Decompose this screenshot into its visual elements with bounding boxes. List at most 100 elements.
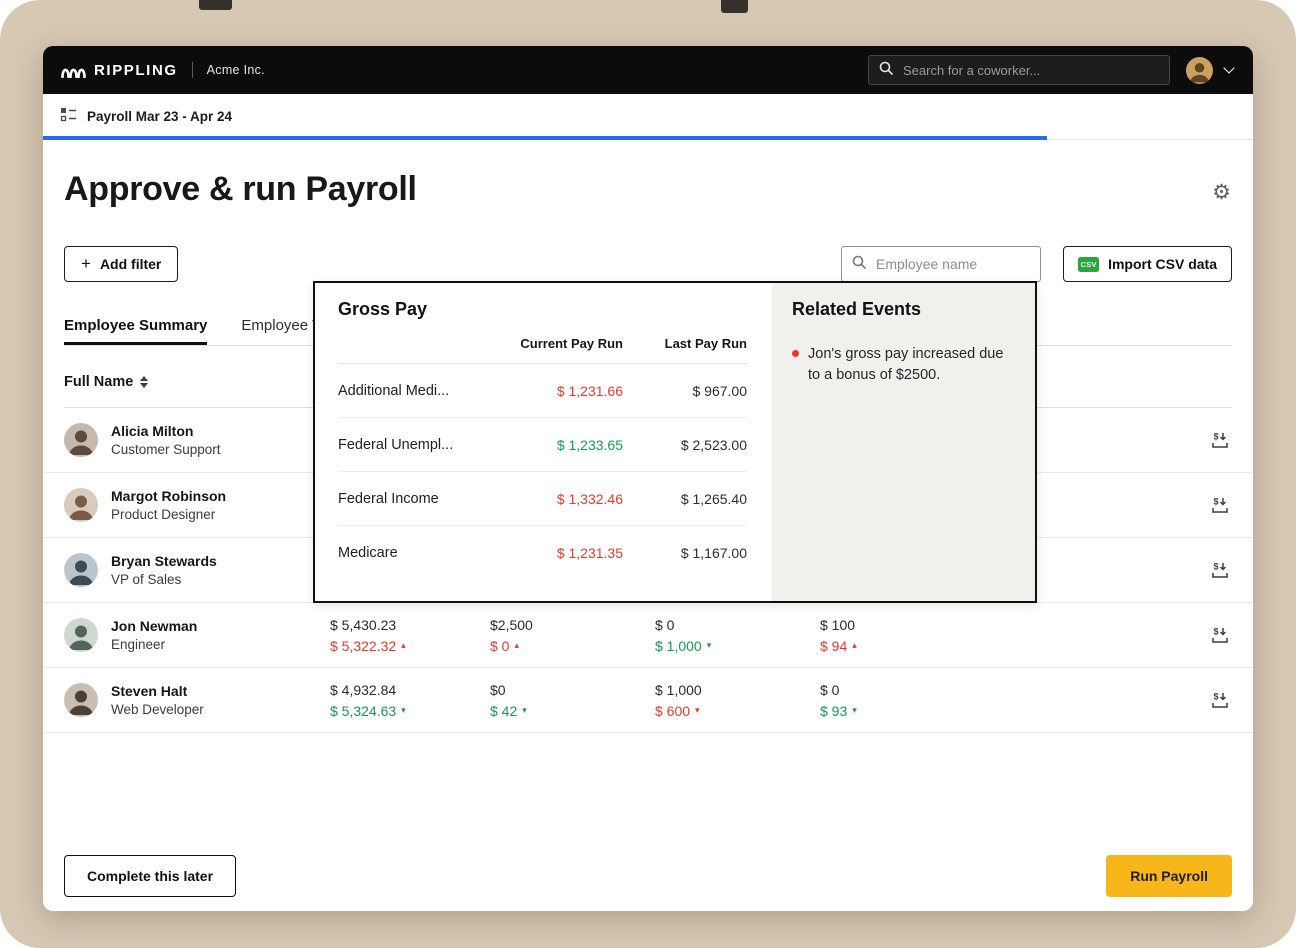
download-paystub-icon[interactable]: $ <box>1210 625 1230 645</box>
gross-pay-title: Gross Pay <box>338 299 428 319</box>
employee-cell: Bryan Stewards VP of Sales <box>64 553 330 587</box>
svg-text:$: $ <box>1214 562 1219 572</box>
gross-pay-panel: Gross Pay Current Pay Run Last Pay Run A… <box>315 283 772 601</box>
pay-cell: $ 0 $ 93 ▾ <box>820 681 857 719</box>
employee-search[interactable] <box>841 246 1041 282</box>
trend-arrow-icon: ▴ <box>401 640 406 650</box>
employee-role: Customer Support <box>111 442 221 457</box>
employee-name: Steven Halt <box>111 683 188 699</box>
pay-cell: $2,500 $ 0 ▴ <box>490 616 533 654</box>
table-row[interactable]: Jon Newman Engineer $ 5,430.23 $ 5,322.3… <box>43 603 1253 668</box>
svg-text:$: $ <box>1214 497 1219 507</box>
divider <box>191 62 193 78</box>
avatar <box>64 553 98 587</box>
csv-file-icon: CSV <box>1078 256 1100 272</box>
full-name-header: Full Name <box>64 374 134 390</box>
avatar <box>64 683 98 717</box>
avatar <box>64 488 98 522</box>
coworker-search[interactable] <box>868 55 1170 85</box>
employee-role: VP of Sales <box>111 572 182 587</box>
progress-bar <box>43 136 1253 140</box>
download-paystub-icon[interactable]: $ <box>1210 495 1230 515</box>
trend-arrow-icon: ▴ <box>514 640 519 650</box>
avatar <box>64 423 98 457</box>
pay-cell: $ 0 $ 1,000 ▾ <box>655 616 712 654</box>
search-icon <box>879 61 893 80</box>
table-header: Full Name <box>64 374 149 390</box>
pay-cell: $ 1,000 $ 600 ▾ <box>655 681 702 719</box>
pay-cell: $ 100 $ 94 ▴ <box>820 616 857 654</box>
run-payroll-button[interactable]: Run Payroll <box>1106 855 1232 897</box>
svg-text:$: $ <box>1214 692 1219 702</box>
import-csv-button[interactable]: CSV Import CSV data <box>1063 246 1232 282</box>
related-events-panel: Related Events Jon's gross pay increased… <box>772 283 1035 601</box>
download-paystub-icon[interactable]: $ <box>1210 560 1230 580</box>
employee-cell: Steven Halt Web Developer <box>64 683 330 717</box>
trend-arrow-icon: ▴ <box>852 640 857 650</box>
payroll-step-bar[interactable]: Payroll Mar 23 - Apr 24 <box>43 94 1253 140</box>
employee-role: Engineer <box>111 637 166 652</box>
gross-pay-row: Medicare $ 1,231.35 $ 1,167.00 <box>338 544 747 561</box>
background-decoration <box>721 0 748 13</box>
employee-cell: Jon Newman Engineer <box>64 618 330 652</box>
trend-arrow-icon: ▾ <box>852 705 857 715</box>
tab-employee-summary[interactable]: Employee Summary <box>64 308 208 345</box>
search-icon <box>852 255 866 274</box>
page-title: Approve & run Payroll <box>64 170 417 208</box>
event-bullet-icon <box>792 350 799 357</box>
download-paystub-icon[interactable]: $ <box>1210 690 1230 710</box>
pay-cell: $ 5,430.23 $ 5,322.32 ▴ <box>330 616 406 654</box>
event-text: Jon's gross pay increased due to a bonus… <box>808 346 1004 383</box>
svg-text:$: $ <box>1214 432 1219 442</box>
import-csv-label: Import CSV data <box>1108 256 1217 272</box>
tab-employee-taxes[interactable]: Employee T <box>241 308 321 345</box>
employee-cell: Margot Robinson Product Designer <box>64 488 330 522</box>
employee-role: Web Developer <box>111 702 204 717</box>
related-event-item: Jon's gross pay increased due to a bonus… <box>792 344 1015 386</box>
trend-arrow-icon: ▾ <box>695 705 700 715</box>
trend-arrow-icon: ▾ <box>522 705 527 715</box>
related-events-title: Related Events <box>792 299 922 319</box>
employee-name: Bryan Stewards <box>111 553 217 569</box>
top-navigation-bar: RIPPLING Acme Inc. <box>43 46 1253 94</box>
gross-pay-row: Additional Medi... $ 1,231.66 $ 967.00 <box>338 364 747 418</box>
step-label: Payroll Mar 23 - Apr 24 <box>87 109 233 124</box>
rippling-logo-icon <box>60 62 86 78</box>
gross-pay-row: Federal Unempl... $ 1,233.65 $ 2,523.00 <box>338 418 747 472</box>
brand-name: RIPPLING <box>94 61 178 79</box>
employee-search-input[interactable] <box>874 255 1030 273</box>
chevron-down-icon[interactable] <box>1223 62 1235 74</box>
app-window: RIPPLING Acme Inc. Payroll Mar 23 - Apr … <box>43 46 1253 911</box>
pay-cell: $ 4,932.84 $ 5,324.63 ▾ <box>330 681 406 719</box>
table-row[interactable]: Steven Halt Web Developer $ 4,932.84 $ 5… <box>43 668 1253 733</box>
coworker-search-input[interactable] <box>901 61 1159 79</box>
user-avatar[interactable] <box>1186 56 1213 84</box>
employee-role: Product Designer <box>111 507 216 522</box>
plus-icon: + <box>81 254 91 273</box>
sort-icon[interactable] <box>140 376 149 388</box>
trend-arrow-icon: ▾ <box>401 705 406 715</box>
employee-name: Margot Robinson <box>111 488 227 504</box>
gross-pay-row: Federal Income $ 1,332.46 $ 1,265.40 <box>338 472 747 526</box>
gear-icon[interactable]: ⚙ <box>1212 182 1231 203</box>
gross-pay-columns: Current Pay Run Last Pay Run <box>338 336 747 364</box>
add-filter-button[interactable]: + Add filter <box>64 246 179 282</box>
company-name: Acme Inc. <box>206 63 265 77</box>
employee-cell: Alicia Milton Customer Support <box>64 423 330 457</box>
employee-name: Alicia Milton <box>111 423 194 439</box>
last-pay-run-header: Last Pay Run <box>664 336 747 351</box>
avatar <box>64 618 98 652</box>
current-pay-run-header: Current Pay Run <box>520 336 623 351</box>
progress-fill <box>43 136 1048 140</box>
employee-name: Jon Newman <box>111 618 198 634</box>
background-decoration <box>199 0 232 10</box>
download-paystub-icon[interactable]: $ <box>1210 430 1230 450</box>
gross-pay-popover: Gross Pay Current Pay Run Last Pay Run A… <box>313 281 1037 603</box>
add-filter-label: Add filter <box>99 256 162 272</box>
svg-text:$: $ <box>1214 627 1219 637</box>
trend-arrow-icon: ▾ <box>706 640 712 650</box>
checklist-icon <box>60 107 77 127</box>
complete-later-button[interactable]: Complete this later <box>64 855 237 897</box>
desktop-background: RIPPLING Acme Inc. Payroll Mar 23 - Apr … <box>0 0 1296 948</box>
pay-cell: $0 $ 42 ▾ <box>490 681 527 719</box>
